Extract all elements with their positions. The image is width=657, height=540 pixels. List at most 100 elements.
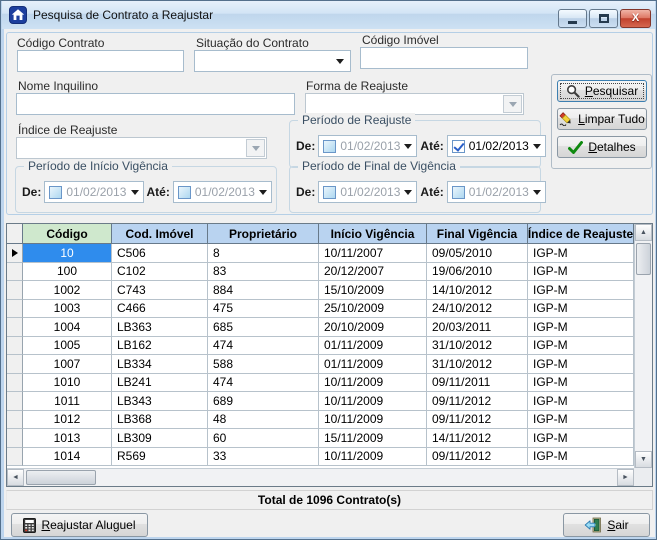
row-selector[interactable] <box>7 429 23 448</box>
grid-cell[interactable]: 09/11/2012 <box>427 448 528 467</box>
grid-cell[interactable]: 24/10/2012 <box>427 300 528 319</box>
periodo-reajuste-ate-datepicker[interactable]: 01/02/2013 <box>447 135 546 157</box>
table-row[interactable]: 1013LB3096015/11/200914/11/2012IGP-M <box>7 429 634 448</box>
grid-cell[interactable]: 10 <box>23 244 112 263</box>
grid-header-inicio-vigencia[interactable]: Início Vigência <box>319 224 427 244</box>
grid-cell[interactable]: 10/11/2009 <box>319 374 427 393</box>
date-enable-checkbox[interactable] <box>323 186 336 199</box>
grid-cell[interactable]: 20/03/2011 <box>427 318 528 337</box>
grid-cell[interactable]: 1010 <box>23 374 112 393</box>
grid-cell[interactable]: 10/11/2009 <box>319 411 427 430</box>
grid-cell[interactable]: 20/10/2009 <box>319 318 427 337</box>
grid-cell[interactable]: IGP-M <box>528 318 634 337</box>
inicio-vigencia-de-datepicker[interactable]: 01/02/2013 <box>44 181 143 203</box>
grid-cell[interactable]: 1007 <box>23 355 112 374</box>
table-row[interactable]: 1011LB34368910/11/200909/11/2012IGP-M <box>7 392 634 411</box>
row-selector[interactable] <box>7 355 23 374</box>
grid-cell[interactable]: 14/11/2012 <box>427 429 528 448</box>
row-selector[interactable] <box>7 448 23 467</box>
grid-cell[interactable]: IGP-M <box>528 411 634 430</box>
scroll-down-button[interactable]: ▼ <box>635 451 652 468</box>
grid-cell[interactable]: 15/10/2009 <box>319 281 427 300</box>
grid-cell[interactable]: IGP-M <box>528 448 634 467</box>
grid-cell[interactable]: LB162 <box>112 337 208 356</box>
table-row[interactable]: 1004LB36368520/10/200920/03/2011IGP-M <box>7 318 634 337</box>
grid-cell[interactable]: 884 <box>208 281 319 300</box>
row-selector[interactable] <box>7 300 23 319</box>
codigo-contrato-input[interactable] <box>17 50 184 72</box>
grid-cell[interactable]: 474 <box>208 374 319 393</box>
date-enable-checkbox[interactable] <box>49 186 62 199</box>
grid-cell[interactable]: 83 <box>208 263 319 282</box>
row-selector[interactable] <box>7 392 23 411</box>
horizontal-scroll-thumb[interactable] <box>26 470 96 485</box>
date-enable-checkbox[interactable] <box>452 186 465 199</box>
grid-cell[interactable]: 685 <box>208 318 319 337</box>
nome-inquilino-input[interactable] <box>16 93 295 115</box>
grid-cell[interactable]: 25/10/2009 <box>319 300 427 319</box>
grid-cell[interactable]: 01/11/2009 <box>319 355 427 374</box>
grid-cell[interactable]: C743 <box>112 281 208 300</box>
grid-cell[interactable]: LB368 <box>112 411 208 430</box>
table-row[interactable]: 100C1028320/12/200719/06/2010IGP-M <box>7 263 634 282</box>
grid-cell[interactable]: 1014 <box>23 448 112 467</box>
grid-cell[interactable]: 689 <box>208 392 319 411</box>
grid-cell[interactable]: 100 <box>23 263 112 282</box>
date-enable-checkbox[interactable] <box>178 186 191 199</box>
grid-header-proprietario[interactable]: Proprietário <box>208 224 319 244</box>
grid-cell[interactable]: IGP-M <box>528 392 634 411</box>
horizontal-scrollbar[interactable]: ◄ ► <box>7 468 634 486</box>
grid-cell[interactable]: LB334 <box>112 355 208 374</box>
grid-cell[interactable]: 1005 <box>23 337 112 356</box>
grid-cell[interactable]: IGP-M <box>528 263 634 282</box>
table-row[interactable]: 1005LB16247401/11/200931/10/2012IGP-M <box>7 337 634 356</box>
grid-cell[interactable]: IGP-M <box>528 374 634 393</box>
row-selector[interactable] <box>7 263 23 282</box>
grid-cell[interactable]: LB241 <box>112 374 208 393</box>
grid-cell[interactable]: 19/06/2010 <box>427 263 528 282</box>
row-selector[interactable] <box>7 244 23 263</box>
final-vigencia-de-datepicker[interactable]: 01/02/2013 <box>318 181 417 203</box>
grid-cell[interactable]: 09/05/2010 <box>427 244 528 263</box>
grid-cell[interactable]: 33 <box>208 448 319 467</box>
close-button[interactable]: X <box>620 9 651 28</box>
grid-header-final-vigencia[interactable]: Final Vigência <box>427 224 528 244</box>
grid-cell[interactable]: C506 <box>112 244 208 263</box>
table-row[interactable]: 1010LB24147410/11/200909/11/2011IGP-M <box>7 374 634 393</box>
grid-cell[interactable]: LB343 <box>112 392 208 411</box>
grid-cell[interactable]: IGP-M <box>528 300 634 319</box>
grid-cell[interactable]: 14/10/2012 <box>427 281 528 300</box>
grid-header-codigo[interactable]: Código <box>23 224 112 244</box>
date-enable-checkbox[interactable] <box>323 140 336 153</box>
grid-cell[interactable]: IGP-M <box>528 355 634 374</box>
grid-cell[interactable]: 60 <box>208 429 319 448</box>
grid-cell[interactable]: LB309 <box>112 429 208 448</box>
situacao-contrato-select[interactable] <box>194 50 351 72</box>
detalhes-button[interactable]: Detalhes <box>557 136 647 158</box>
grid-cell[interactable]: 1012 <box>23 411 112 430</box>
row-selector[interactable] <box>7 281 23 300</box>
table-row[interactable]: 1012LB3684810/11/200909/11/2012IGP-M <box>7 411 634 430</box>
row-selector[interactable] <box>7 411 23 430</box>
grid-cell[interactable]: 1004 <box>23 318 112 337</box>
date-enable-checkbox[interactable] <box>452 140 465 153</box>
scroll-right-button[interactable]: ► <box>617 469 634 486</box>
grid-cell[interactable]: 1013 <box>23 429 112 448</box>
grid-cell[interactable]: 31/10/2012 <box>427 337 528 356</box>
inicio-vigencia-ate-datepicker[interactable]: 01/02/2013 <box>173 181 272 203</box>
grid-cell[interactable]: 1002 <box>23 281 112 300</box>
grid-cell[interactable]: 474 <box>208 337 319 356</box>
grid-cell[interactable]: 09/11/2011 <box>427 374 528 393</box>
grid-cell[interactable]: 09/11/2012 <box>427 411 528 430</box>
grid-cell[interactable]: 15/11/2009 <box>319 429 427 448</box>
grid-cell[interactable]: 1003 <box>23 300 112 319</box>
table-row[interactable]: 1003C46647525/10/200924/10/2012IGP-M <box>7 300 634 319</box>
grid-cell[interactable]: 8 <box>208 244 319 263</box>
grid-cell[interactable]: 31/10/2012 <box>427 355 528 374</box>
limpar-tudo-button[interactable]: Limpar Tudo <box>557 108 647 130</box>
vertical-scroll-thumb[interactable] <box>636 243 651 275</box>
grid-cell[interactable]: R569 <box>112 448 208 467</box>
periodo-reajuste-de-datepicker[interactable]: 01/02/2013 <box>318 135 417 157</box>
maximize-button[interactable] <box>589 9 618 28</box>
reajustar-aluguel-button[interactable]: Reajustar Aluguel <box>11 513 148 537</box>
